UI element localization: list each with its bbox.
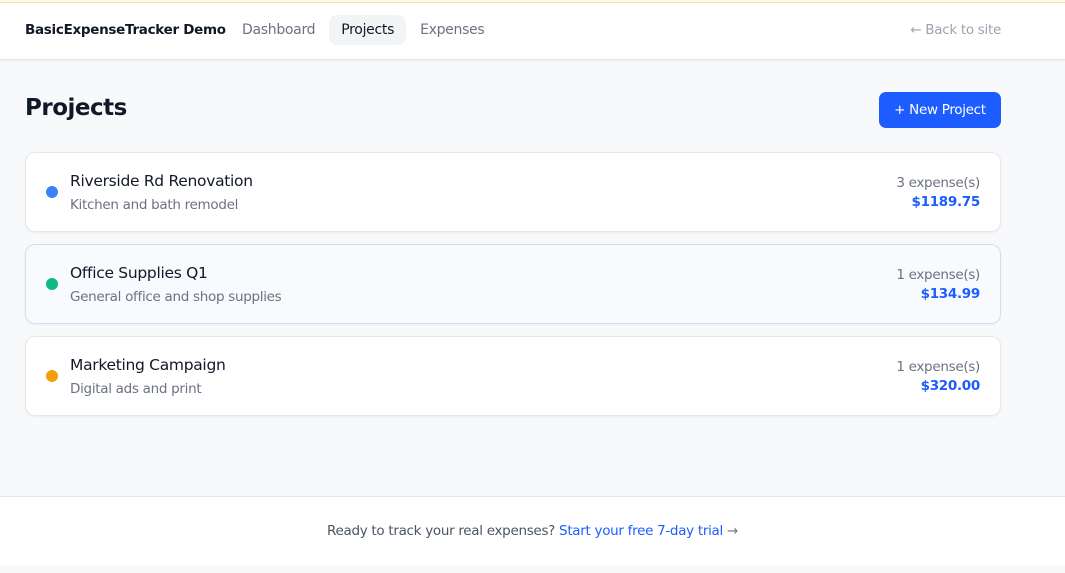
project-card[interactable]: Riverside Rd Renovation Kitchen and bath… [25, 152, 1001, 232]
project-card[interactable]: Marketing Campaign Digital ads and print… [25, 336, 1001, 416]
arrow-right-icon: → [722, 523, 738, 539]
page-title: Projects [25, 95, 127, 121]
top-nav: BasicExpenseTracker Demo Dashboard Proje… [0, 3, 1065, 60]
project-description: Digital ads and print [70, 381, 202, 397]
nav-projects[interactable]: Projects [329, 15, 407, 45]
footer-cta: Ready to track your real expenses? Start… [0, 496, 1065, 565]
project-name: Riverside Rd Renovation [70, 172, 253, 190]
project-description: Kitchen and bath remodel [70, 197, 239, 213]
expense-count: 1 expense(s) [896, 267, 980, 283]
expense-count: 3 expense(s) [896, 175, 980, 191]
expense-count: 1 expense(s) [896, 359, 980, 375]
project-color-dot [46, 186, 58, 198]
main-nav: Dashboard Projects Expenses [230, 15, 496, 45]
project-total: $134.99 [920, 286, 981, 302]
trial-link-label: Start your free 7-day trial [559, 523, 723, 539]
project-description: General office and shop supplies [70, 289, 282, 305]
new-project-button[interactable]: + New Project [879, 92, 1001, 128]
nav-expenses[interactable]: Expenses [408, 15, 496, 45]
project-color-dot [46, 370, 58, 382]
project-card[interactable]: Office Supplies Q1 General office and sh… [25, 244, 1001, 324]
back-to-site-link[interactable]: ← Back to site [910, 22, 1001, 38]
project-color-dot [46, 278, 58, 290]
project-name: Office Supplies Q1 [70, 264, 208, 282]
project-total: $320.00 [920, 378, 981, 394]
nav-dashboard[interactable]: Dashboard [230, 15, 327, 45]
project-total: $1189.75 [911, 194, 981, 210]
footer-text: Ready to track your real expenses? [327, 523, 560, 539]
project-name: Marketing Campaign [70, 356, 226, 374]
trial-link[interactable]: Start your free 7-day trial → [559, 523, 738, 539]
brand: BasicExpenseTracker Demo [25, 22, 226, 38]
